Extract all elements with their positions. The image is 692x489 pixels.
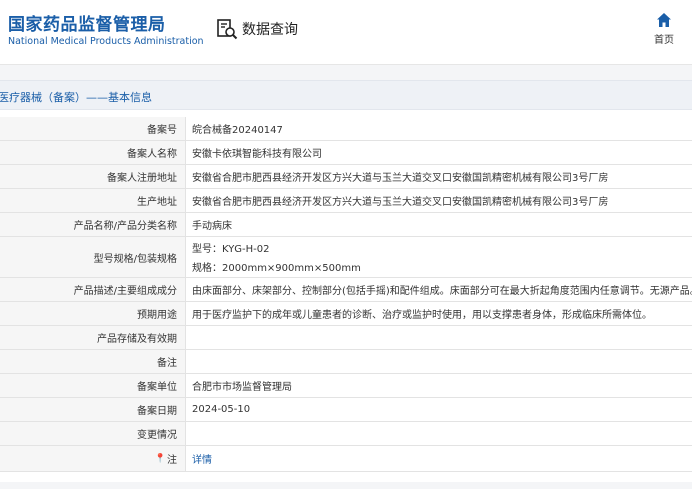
table-row: 备案日期 2024-05-10 — [0, 398, 692, 422]
note-label: 注 — [167, 455, 177, 466]
document-search-icon — [217, 19, 238, 40]
row-label: 备案号 — [0, 117, 186, 140]
data-query-link[interactable]: 数据查询 — [216, 18, 298, 40]
row-value — [186, 326, 692, 349]
data-query-label: 数据查询 — [242, 22, 298, 38]
row-value: 手动病床 — [192, 221, 232, 232]
table-row: 产品描述/主要组成成分 由床面部分、床架部分、控制部分(包括手摇)和配件组成。床… — [0, 278, 692, 302]
row-label: 备案人名称 — [0, 141, 186, 164]
table-row: 备案单位 合肥市市场监督管理局 — [0, 374, 692, 398]
row-value — [186, 422, 692, 445]
details-link[interactable]: 详情 — [192, 451, 692, 466]
row-value: 详情 — [186, 446, 692, 471]
row-value: 型号：KYG-H-02 规格：2000mm×900mm×500mm — [186, 237, 692, 277]
spec-value: 规格：2000mm×900mm×500mm — [192, 263, 361, 274]
site-header: 国家药品监督管理局 National Medical Products Admi… — [0, 0, 692, 64]
row-value: 安徽卡依琪智能科技有限公司 — [192, 149, 322, 160]
home-link[interactable]: 首页 — [648, 12, 680, 46]
row-value: 由床面部分、床架部分、控制部分(包括手摇)和配件组成。床面部分可在最大折起角度范… — [192, 286, 692, 297]
table-row: 备案号 皖合械备20240147 — [0, 117, 692, 141]
row-label: 产品名称/产品分类名称 — [0, 213, 186, 236]
row-value: 用于医疗监护下的成年或儿童患者的诊断、治疗或监护时使用，用以支撑患者身体，形成临… — [192, 310, 652, 321]
table-row: 📍 注 详情 — [0, 446, 692, 472]
table-row: 生产地址 安徽省合肥市肥西县经济开发区方兴大道与玉兰大道交叉口安徽国凯精密机械有… — [0, 189, 692, 213]
table-row: 变更情况 — [0, 422, 692, 446]
logo-subtitle: National Medical Products Administration — [8, 36, 204, 47]
model-value: 型号：KYG-H-02 — [192, 244, 270, 255]
table-row: 产品名称/产品分类名称 手动病床 — [0, 213, 692, 237]
row-value: 安徽省合肥市肥西县经济开发区方兴大道与玉兰大道交叉口安徽国凯精密机械有限公司3号… — [192, 197, 609, 208]
row-label: 备注 — [0, 350, 186, 373]
location-pin-icon: 📍 — [154, 453, 166, 464]
breadcrumb: 医疗器械（备案）——基本信息 — [0, 91, 152, 104]
row-label: 备案人注册地址 — [0, 165, 186, 188]
row-value: 2024-05-10 — [192, 404, 251, 415]
breadcrumb-bar: 医疗器械（备案）——基本信息 — [0, 80, 692, 110]
row-label: 预期用途 — [0, 302, 186, 325]
table-row: 型号规格/包装规格 型号：KYG-H-02 规格：2000mm×900mm×50… — [0, 237, 692, 278]
row-label: 产品描述/主要组成成分 — [0, 278, 186, 301]
row-label: 生产地址 — [0, 189, 186, 212]
table-row: 备案人名称 安徽卡依琪智能科技有限公司 — [0, 141, 692, 165]
row-value: 合肥市市场监督管理局 — [192, 382, 292, 393]
table-row: 备注 — [0, 350, 692, 374]
home-label: 首页 — [654, 35, 674, 46]
table-row: 备案人注册地址 安徽省合肥市肥西县经济开发区方兴大道与玉兰大道交叉口安徽国凯精密… — [0, 165, 692, 189]
row-label: 备案单位 — [0, 374, 186, 397]
row-value: 安徽省合肥市肥西县经济开发区方兴大道与玉兰大道交叉口安徽国凯精密机械有限公司3号… — [192, 173, 609, 184]
table-row: 产品存储及有效期 — [0, 326, 692, 350]
row-value — [186, 350, 692, 373]
logo-title: 国家药品监督管理局 — [8, 15, 166, 35]
footer-band — [0, 482, 692, 489]
home-icon — [657, 13, 671, 27]
header-divider — [0, 64, 692, 80]
row-label: 📍 注 — [0, 446, 186, 471]
row-label: 产品存储及有效期 — [0, 326, 186, 349]
table-row: 预期用途 用于医疗监护下的成年或儿童患者的诊断、治疗或监护时使用，用以支撑患者身… — [0, 302, 692, 326]
row-label: 变更情况 — [0, 422, 186, 445]
row-label: 型号规格/包装规格 — [0, 237, 186, 277]
row-value: 皖合械备20240147 — [192, 125, 283, 136]
row-label: 备案日期 — [0, 398, 186, 421]
